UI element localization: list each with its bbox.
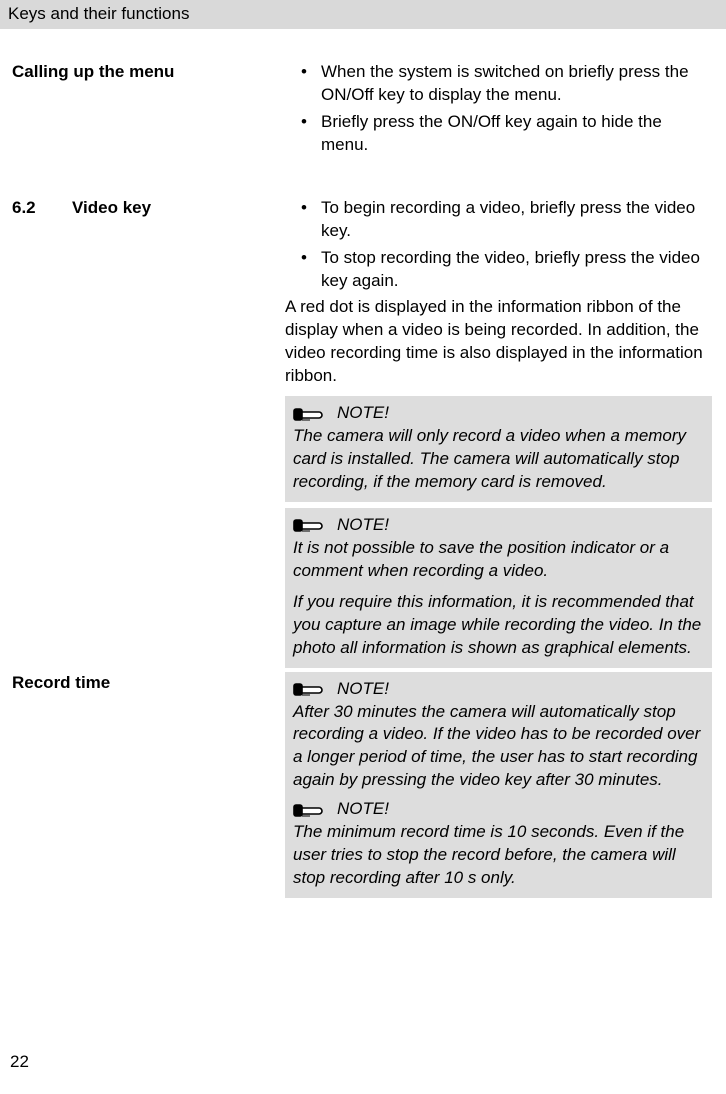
bullet-icon: • <box>285 197 321 220</box>
list-item: • Briefly press the ON/Off key again to … <box>285 111 712 157</box>
bullet-text: When the system is switched on briefly p… <box>321 61 712 107</box>
video-paragraph: A red dot is displayed in the informatio… <box>285 296 712 388</box>
note-box: NOTE! It is not possible to save the pos… <box>285 508 712 668</box>
list-item: • To begin recording a video, briefly pr… <box>285 197 712 243</box>
section-body-right: • When the system is switched on briefly… <box>285 61 716 161</box>
note-label: NOTE! <box>337 798 389 821</box>
page-number: 22 <box>10 1051 29 1074</box>
section-video-key: 6.2 Video key • To begin recording a vid… <box>10 197 716 672</box>
heading-record-time: Record time <box>12 672 110 695</box>
pointing-hand-icon <box>293 679 327 699</box>
note-header: NOTE! <box>293 514 704 537</box>
section-record-time: Record time NOTE! After 30 minutes the c… <box>10 672 716 902</box>
note-label: NOTE! <box>337 514 389 537</box>
page-content: Calling up the menu • When the system is… <box>0 29 726 902</box>
bullet-text: Briefly press the ON/Off key again to hi… <box>321 111 712 157</box>
note-box: NOTE! The camera will only record a vide… <box>285 396 712 502</box>
note-label: NOTE! <box>337 678 389 701</box>
heading-calling: Calling up the menu <box>12 61 174 84</box>
list-item: • When the system is switched on briefly… <box>285 61 712 107</box>
note-body: The camera will only record a video when… <box>293 425 704 494</box>
section-heading-left: 6.2 Video key <box>10 197 285 220</box>
header-title: Keys and their functions <box>8 4 189 23</box>
note-label: NOTE! <box>337 402 389 425</box>
pointing-hand-icon <box>293 515 327 535</box>
pointing-hand-icon <box>293 800 327 820</box>
note-body-2: If you require this information, it is r… <box>293 591 704 660</box>
section-body-right: • To begin recording a video, briefly pr… <box>285 197 716 672</box>
bullet-text: To begin recording a video, briefly pres… <box>321 197 712 243</box>
pointing-hand-icon <box>293 404 327 424</box>
section-calling-up-menu: Calling up the menu • When the system is… <box>10 61 716 161</box>
note-body-1: It is not possible to save the position … <box>293 537 704 583</box>
note-body: After 30 minutes the camera will automat… <box>293 701 704 793</box>
video-bullet-list: • To begin recording a video, briefly pr… <box>285 197 712 293</box>
section-number: 6.2 <box>12 197 46 220</box>
note-body: The minimum record time is 10 seconds. E… <box>293 821 704 890</box>
list-item: • To stop recording the video, briefly p… <box>285 247 712 293</box>
section-heading-left: Record time <box>10 672 285 695</box>
note-box: NOTE! After 30 minutes the camera will a… <box>285 672 712 898</box>
bullet-text: To stop recording the video, briefly pre… <box>321 247 712 293</box>
note-header: NOTE! <box>293 402 704 425</box>
bullet-icon: • <box>285 111 321 134</box>
calling-bullet-list: • When the system is switched on briefly… <box>285 61 712 157</box>
note-header: NOTE! <box>293 798 704 821</box>
bullet-icon: • <box>285 61 321 84</box>
note-header: NOTE! <box>293 678 704 701</box>
bullet-icon: • <box>285 247 321 270</box>
section-heading-left: Calling up the menu <box>10 61 285 84</box>
heading-video-key: Video key <box>72 197 151 220</box>
header-bar: Keys and their functions <box>0 0 726 29</box>
section-body-right: NOTE! After 30 minutes the camera will a… <box>285 672 716 902</box>
